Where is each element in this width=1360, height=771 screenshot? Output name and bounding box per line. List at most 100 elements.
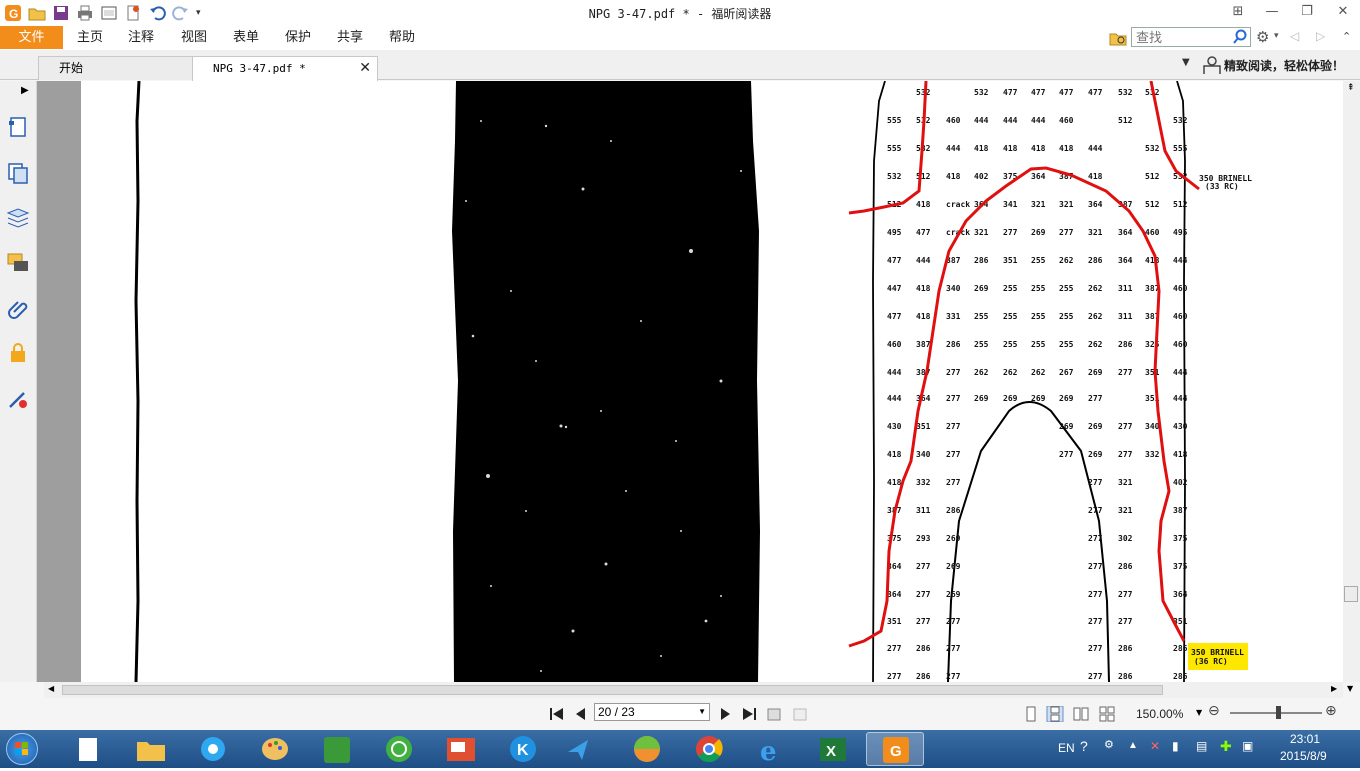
search-input[interactable] [1132, 28, 1232, 46]
show-hidden-icons[interactable]: ▲ [1128, 740, 1138, 751]
update-tray-icon[interactable]: ✚ [1220, 738, 1232, 755]
scroll-right-icon[interactable]: ▶ [1331, 684, 1337, 693]
taskbar-internet-explorer[interactable]: e [742, 732, 800, 767]
next-page-icon[interactable] [716, 706, 734, 722]
tab-document[interactable]: NPG 3-47.pdf * ✕ [192, 56, 378, 81]
restore-button[interactable]: ❐ [1295, 2, 1319, 22]
scroll-left-icon[interactable]: ◀ [48, 684, 54, 693]
zoom-out-icon[interactable]: ⊖ [1208, 703, 1220, 719]
network-signal-icon[interactable]: ▮ [1172, 739, 1179, 753]
zoom-level[interactable]: 150.00% [1136, 707, 1183, 721]
scroll-down-icon[interactable]: ▼ [1347, 684, 1353, 693]
taskbar-paint[interactable] [246, 732, 304, 766]
search-icon[interactable] [1232, 29, 1248, 45]
pen-tray-icon[interactable]: ⚙ [1104, 738, 1114, 751]
menu-help[interactable]: 帮助 [389, 26, 415, 49]
collapse-ribbon-icon[interactable]: ⌃ [1342, 30, 1351, 43]
vertical-scroll-thumb[interactable] [1344, 586, 1358, 602]
taskbar-k-app[interactable]: K [494, 732, 552, 766]
first-page-icon[interactable] [548, 706, 566, 722]
next-view-page-icon[interactable] [792, 706, 810, 722]
scroll-top-icon[interactable]: ⇞ [1347, 83, 1355, 93]
previous-view-page-icon[interactable] [766, 706, 784, 722]
horizontal-scroll-thumb[interactable] [62, 685, 1163, 695]
file-menu[interactable]: 文件 [0, 26, 63, 49]
page-number-input[interactable]: 20 / 23 ▼ [594, 703, 710, 721]
hardness-value: 512 [1145, 200, 1160, 209]
clipboard-tray-icon[interactable]: ▣ [1242, 739, 1253, 753]
bookmark-icon[interactable] [6, 115, 30, 139]
previous-page-icon[interactable] [572, 706, 590, 722]
hardness-value: 444 [1173, 394, 1188, 403]
menu-comment[interactable]: 注释 [128, 26, 154, 49]
taskbar-chrome[interactable] [680, 732, 738, 766]
close-button[interactable]: ✕ [1331, 2, 1355, 22]
hardness-value: 321 [1059, 200, 1074, 209]
taskbar-baidu-cloud[interactable] [184, 732, 242, 766]
settings-dropdown-icon[interactable]: ▾ [1274, 31, 1279, 41]
volume-muted-icon[interactable]: ✕ [1150, 739, 1160, 753]
single-page-icon[interactable] [1022, 706, 1040, 722]
zoom-dropdown-icon[interactable]: ▼ [1196, 708, 1202, 717]
minimize-button[interactable]: — [1260, 2, 1284, 22]
hardness-value: 418 [1003, 144, 1018, 153]
layers-icon[interactable] [6, 205, 30, 229]
clock-date[interactable]: 2015/8/9 [1280, 749, 1327, 763]
taskbar-presentation[interactable] [432, 732, 490, 766]
last-page-icon[interactable] [740, 706, 758, 722]
taskbar-foxit-reader[interactable]: G [866, 732, 924, 766]
comments-icon[interactable] [6, 251, 30, 275]
menu-share[interactable]: 共享 [337, 26, 363, 49]
hardness-value: 286 [1118, 644, 1133, 653]
clock-time[interactable]: 23:01 [1290, 732, 1320, 746]
expand-panel-icon[interactable]: ▶ [21, 85, 29, 96]
attachments-icon[interactable] [6, 296, 30, 320]
continuous-page-icon[interactable] [1046, 706, 1064, 722]
taskbar-excel[interactable]: X [804, 732, 862, 766]
menu-view[interactable]: 视图 [181, 26, 207, 49]
menu-home[interactable]: 主页 [77, 26, 103, 49]
svg-text:X: X [826, 743, 836, 760]
find-folder-icon[interactable] [1109, 29, 1127, 47]
taskbar-bird-app[interactable] [556, 732, 614, 766]
security-lock-icon[interactable] [6, 341, 30, 365]
search-field[interactable] [1131, 27, 1251, 47]
hardness-value: 477 [916, 228, 931, 237]
layout-icon[interactable]: ⊞ [1226, 2, 1250, 22]
sidebar-resize-gutter[interactable] [37, 81, 81, 682]
zoom-in-icon[interactable]: ⊕ [1325, 703, 1337, 719]
input-language[interactable]: EN [1058, 741, 1075, 755]
pages-thumbnail-icon[interactable] [6, 161, 30, 185]
continuous-facing-icon[interactable] [1098, 706, 1116, 722]
svg-text:K: K [517, 742, 529, 759]
help-tray-icon[interactable]: ? [1080, 738, 1088, 754]
hardness-value: 418 [916, 312, 931, 321]
hardness-value: 512 [916, 172, 931, 181]
pdf-page-view[interactable]: 532 532 477 477 477 477 532 532 555 532 460 444 444 4… [81, 81, 1343, 682]
start-button[interactable] [6, 733, 38, 765]
close-tab-icon[interactable]: ✕ [359, 57, 371, 79]
signature-icon[interactable] [6, 387, 30, 411]
tab-list-dropdown-icon[interactable]: ▼ [1182, 57, 1190, 68]
taskbar-app-circle[interactable] [370, 732, 428, 766]
vertical-scrollbar[interactable]: ⇞ ▼ [1343, 81, 1360, 693]
taskbar-color-app[interactable] [618, 732, 676, 766]
hardness-value: 277 [916, 617, 931, 626]
hardness-value: 364 [1118, 256, 1133, 265]
taskbar-app-green[interactable] [308, 732, 366, 766]
settings-gear-icon[interactable]: ⚙ [1256, 28, 1269, 46]
facing-pages-icon[interactable] [1072, 706, 1090, 722]
promo-banner[interactable]: 精致阅读，轻松体验！ [1200, 54, 1344, 76]
taskbar-explorer[interactable] [122, 732, 180, 766]
zoom-slider-thumb[interactable] [1276, 706, 1281, 719]
page-dropdown-icon[interactable]: ▼ [698, 704, 706, 720]
tab-start[interactable]: 开始 [38, 56, 193, 80]
previous-view-icon[interactable]: ◁ [1290, 29, 1299, 43]
menu-protect[interactable]: 保护 [285, 26, 311, 49]
horizontal-scrollbar[interactable]: ◀ ▶ [44, 682, 1343, 698]
keyboard-tray-icon[interactable]: ▤ [1196, 739, 1207, 753]
next-view-icon[interactable]: ▷ [1316, 29, 1325, 43]
taskbar-blank-document[interactable] [60, 732, 118, 766]
hardness-value: 255 [974, 340, 989, 349]
menu-form[interactable]: 表单 [233, 26, 259, 49]
